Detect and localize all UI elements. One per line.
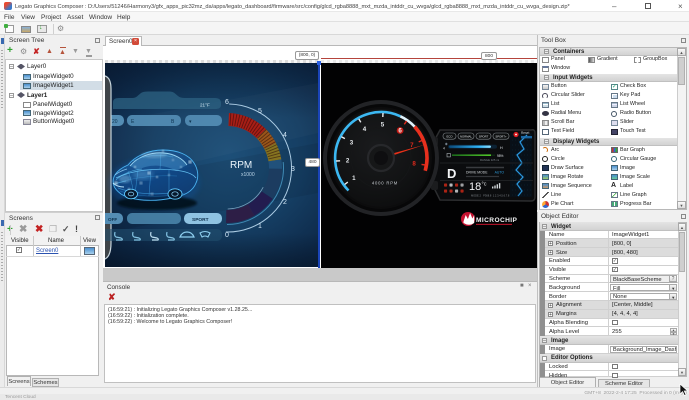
svg-text:D: D: [447, 166, 456, 181]
svg-text:20: 20: [112, 119, 118, 125]
svg-text:6: 6: [225, 99, 229, 106]
svg-text:Reset: Reset: [521, 131, 529, 135]
svg-text:5: 5: [381, 122, 385, 129]
svg-text:RPM: RPM: [230, 160, 252, 171]
svg-text:4: 4: [363, 126, 367, 133]
svg-text:5: 5: [258, 108, 262, 115]
svg-text:3: 3: [291, 166, 295, 173]
svg-text:°c: °c: [482, 182, 487, 188]
svg-text:ECO: ECO: [446, 135, 453, 139]
svg-text:3: 3: [350, 139, 354, 146]
svg-text:x1000: x1000: [241, 172, 255, 178]
svg-text:AUTO: AUTO: [489, 171, 504, 175]
svg-text:1: 1: [352, 175, 356, 182]
svg-text:4: 4: [283, 132, 287, 139]
svg-text:4000 RPM: 4000 RPM: [372, 181, 398, 186]
svg-text:MICROCHIP: MICROCHIP: [476, 217, 518, 224]
svg-text:OFF: OFF: [108, 217, 117, 222]
svg-text:18: 18: [469, 181, 481, 193]
svg-text:DRIVE MODE: DRIVE MODE: [466, 171, 488, 175]
svg-text:1: 1: [258, 223, 262, 230]
svg-text:21°F: 21°F: [200, 103, 210, 108]
svg-text:SPORT+: SPORT+: [495, 135, 507, 139]
svg-text:8: 8: [412, 160, 416, 167]
svg-text:RANGE 325 mi: RANGE 325 mi: [480, 158, 499, 162]
svg-text:SPORT: SPORT: [479, 135, 489, 139]
svg-text:2: 2: [346, 158, 350, 165]
svg-text:NORMAL: NORMAL: [460, 135, 472, 139]
svg-text:2: 2: [283, 199, 287, 206]
svg-text:H: H: [500, 146, 503, 150]
svg-text:SPORT: SPORT: [192, 217, 209, 223]
svg-text:0: 0: [225, 232, 229, 239]
svg-text:4: 4: [443, 147, 445, 151]
svg-text:MODE 2 P368.8 1.2.3.4.5.6.7: MODE 2 P368.8 1.2.3.4.5.6.7.8: [471, 194, 510, 198]
svg-text:6: 6: [398, 128, 402, 135]
